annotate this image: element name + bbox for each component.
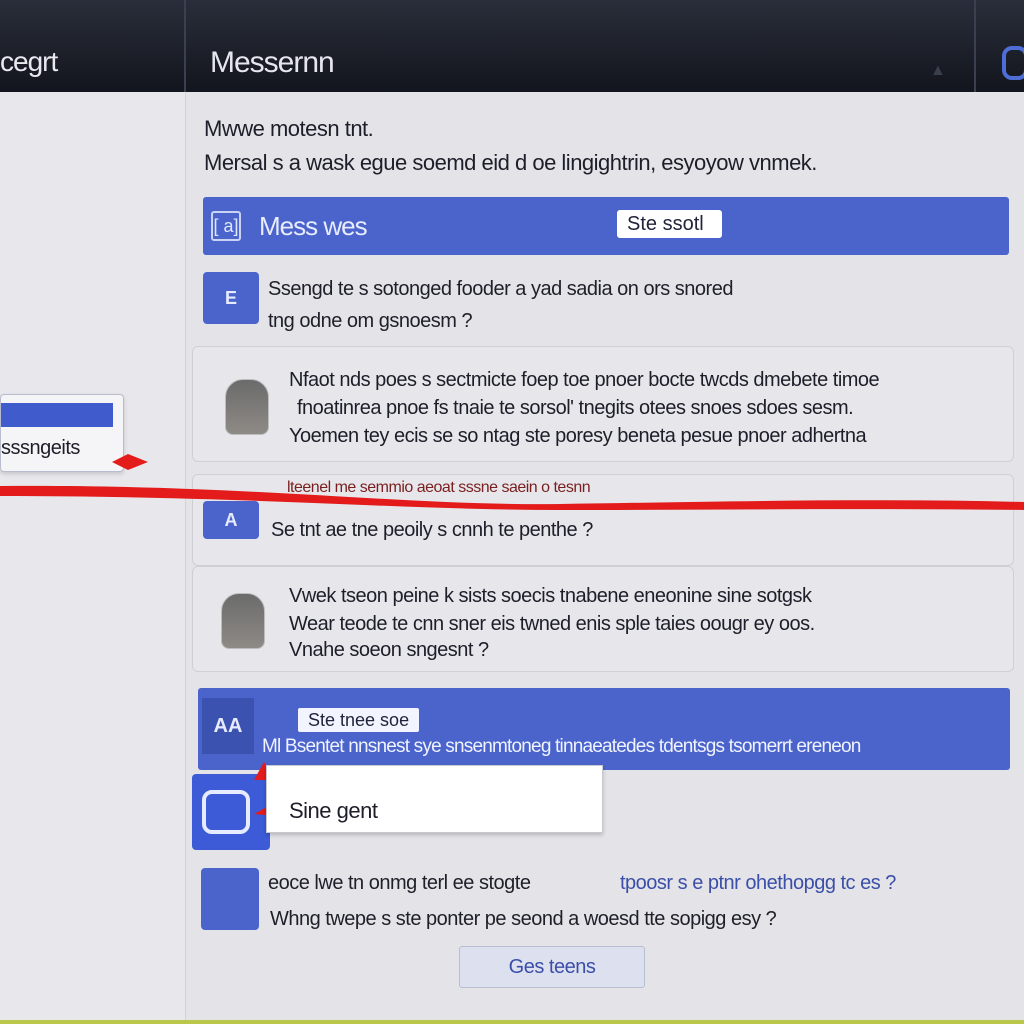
- messages-banner[interactable]: [ a] Mess wes Ste ssotl: [203, 197, 1009, 255]
- banner-chip[interactable]: Ste tnee soe: [298, 708, 420, 732]
- popup-header: [1, 403, 113, 427]
- avatar: [221, 593, 265, 649]
- message-card[interactable]: Vwek tseon peine k sists soecis tnabene …: [192, 566, 1014, 672]
- card-line: fnoatinrea pnoe fs tnaie te sorsol' tneg…: [297, 397, 854, 419]
- card-line: Nfaot nds poes s sectmicte foep toe pnoe…: [289, 369, 880, 391]
- banner-icon: AA: [202, 698, 254, 754]
- messages-icon: [ a]: [211, 211, 241, 241]
- section-subheading: Mersal s a wask egue soemd eid d oe ling…: [204, 150, 817, 175]
- account-icon[interactable]: [1002, 46, 1024, 80]
- card-line: Se tnt ae tne peoily s cnnh te penthe ?: [271, 519, 593, 541]
- card-line: lteenel me semmio aeoat sssne saein o te…: [287, 479, 591, 496]
- floating-popup[interactable]: sssngeits: [0, 394, 124, 472]
- section-heading: Mwwe motesn tnt.: [204, 116, 374, 141]
- banner-label: Mess wes: [259, 211, 368, 241]
- message-icon: A: [203, 501, 259, 539]
- header-divider-right: [974, 0, 976, 92]
- message-card[interactable]: A lteenel me semmio aeoat sssne saein o …: [192, 474, 1014, 566]
- compose-input[interactable]: Sine gent: [266, 765, 603, 833]
- bottom-edge: [0, 1020, 1024, 1024]
- message-link[interactable]: tpoosr s e ptnr ohethopgg tc es ?: [620, 872, 896, 895]
- load-more-button[interactable]: Ges teens: [459, 946, 645, 988]
- bell-icon[interactable]: ▲: [930, 63, 948, 79]
- card-line: Yoemen tey ecis se so ntag ste poresy be…: [289, 425, 867, 447]
- banner-chip[interactable]: Ste ssotl: [617, 210, 722, 238]
- red-pointer-shape: [112, 454, 148, 470]
- top-bar: cegrt Messernn ▲: [0, 0, 1024, 92]
- page-title: Messernn: [210, 46, 335, 79]
- message-card[interactable]: Nfaot nds poes s sectmicte foep toe pnoe…: [192, 346, 1014, 462]
- compose-ring: [202, 790, 250, 834]
- card-line: Vnahe soeon sngesnt ?: [289, 639, 489, 661]
- banner-line: Ml Bsentet nnsnest sye snsenmtoneg tinna…: [262, 736, 861, 757]
- left-pane-title: cegrt: [0, 46, 58, 77]
- message-line: tng odne om gsnoesm ?: [268, 310, 473, 332]
- header-divider: [184, 0, 186, 92]
- sidebar: [0, 92, 186, 1024]
- message-line: Whng twepe s ste ponter pe seond a woesd…: [270, 908, 777, 930]
- highlighted-banner[interactable]: AA Ste tnee soe Ml Bsentet nnsnest sye s…: [198, 688, 1010, 770]
- popup-label: sssngeits: [1, 437, 80, 459]
- message-icon[interactable]: [201, 868, 259, 930]
- card-line: Vwek tseon peine k sists soecis tnabene …: [289, 585, 812, 607]
- message-line: eoce lwe tn onmg terl ee stogte: [268, 872, 531, 894]
- red-pointer-left: [112, 454, 148, 470]
- card-line: Wear teode te cnn sner eis twned enis sp…: [289, 613, 815, 635]
- message-line: Ssengd te s sotonged fooder a yad sadia …: [268, 278, 733, 300]
- avatar: [225, 379, 269, 435]
- message-icon[interactable]: E: [203, 272, 259, 324]
